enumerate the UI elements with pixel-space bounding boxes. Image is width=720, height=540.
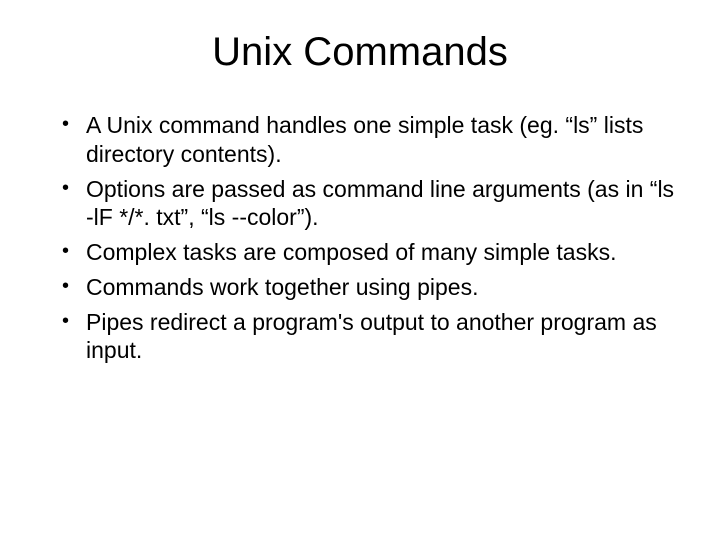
list-item: Pipes redirect a program's output to ano… (62, 308, 680, 366)
list-item: Commands work together using pipes. (62, 273, 680, 302)
slide: Unix Commands A Unix command handles one… (0, 0, 720, 540)
list-item: Options are passed as command line argum… (62, 175, 680, 233)
bullet-list: A Unix command handles one simple task (… (62, 111, 680, 365)
list-item: A Unix command handles one simple task (… (62, 111, 680, 169)
list-item: Complex tasks are composed of many simpl… (62, 238, 680, 267)
slide-title: Unix Commands (40, 30, 680, 75)
